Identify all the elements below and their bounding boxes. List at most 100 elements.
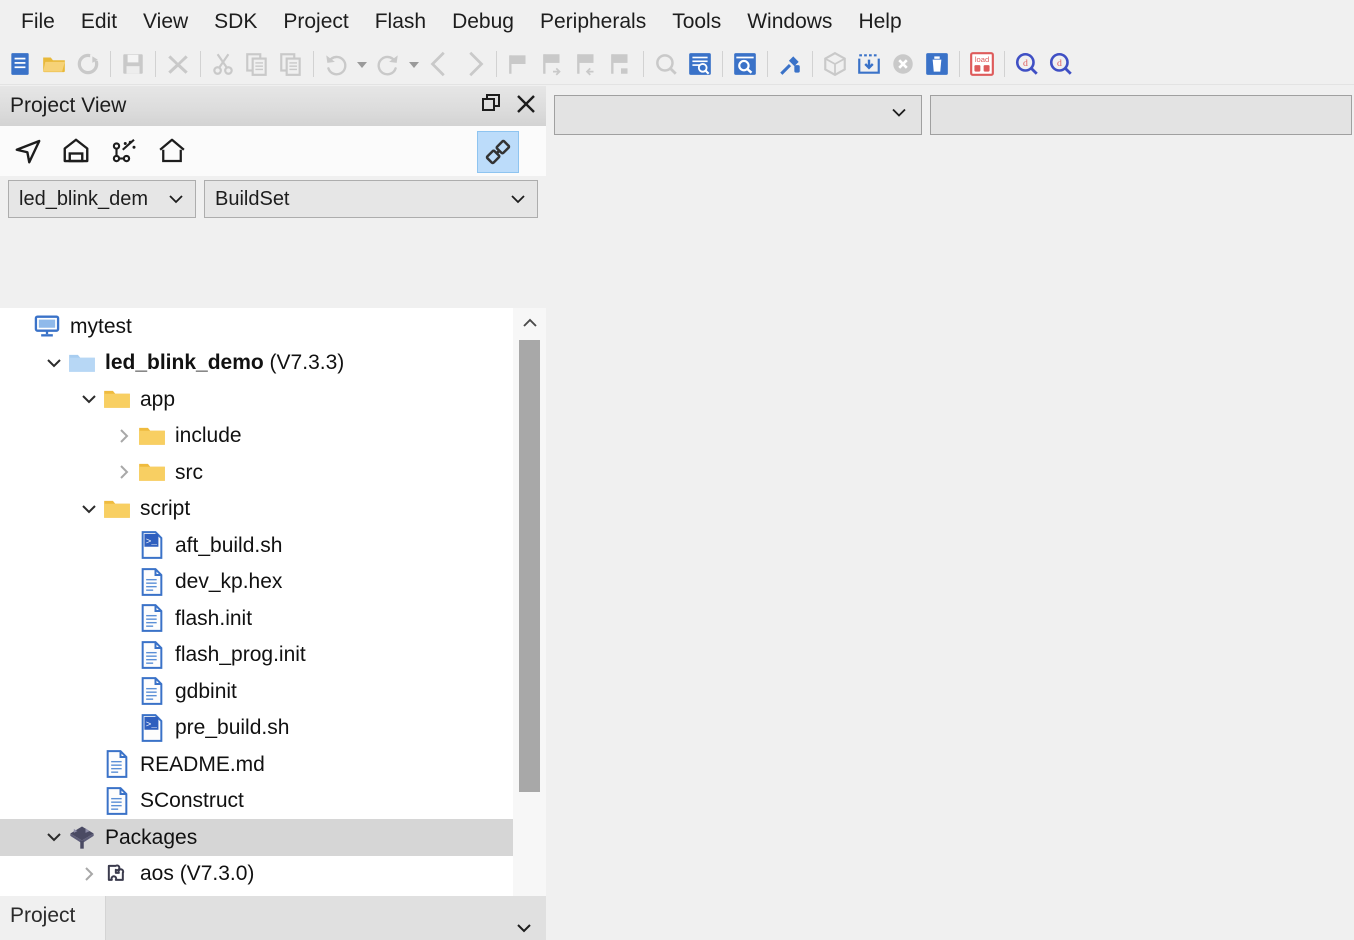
tree-row-label: dev_kp.hex xyxy=(175,570,283,594)
menu-item-debug[interactable]: Debug xyxy=(439,8,527,36)
menu-item-help[interactable]: Help xyxy=(845,8,914,36)
close-icon[interactable] xyxy=(514,92,538,121)
tree-row-app[interactable]: app xyxy=(0,381,513,418)
tree-vertical-scrollbar[interactable] xyxy=(513,308,546,940)
menu-item-tools[interactable]: Tools xyxy=(659,8,734,36)
find-in-files-icon[interactable] xyxy=(683,47,717,81)
chevron-down-icon[interactable] xyxy=(76,491,102,527)
download-to-board-icon[interactable] xyxy=(852,47,886,81)
tree-row-aft-build-sh[interactable]: >_ aft_build.sh xyxy=(0,527,513,564)
tree-row-label: src xyxy=(175,460,203,484)
bookmark-next-icon xyxy=(536,47,570,81)
search-box-icon[interactable] xyxy=(728,47,762,81)
tree-row-dev-kp-hex[interactable]: dev_kp.hex xyxy=(0,564,513,601)
redo-dropdown-caret[interactable] xyxy=(405,47,423,81)
tree-row-include[interactable]: include xyxy=(0,418,513,455)
chevron-down-icon xyxy=(508,189,528,209)
menu-item-sdk[interactable]: SDK xyxy=(201,8,270,36)
project-select[interactable]: led_blink_dem xyxy=(8,180,196,218)
tree-row-label: script xyxy=(140,497,191,521)
file-icon xyxy=(137,676,167,706)
bottom-combo[interactable] xyxy=(105,896,546,940)
new-file-icon[interactable] xyxy=(3,47,37,81)
menu-item-file[interactable]: File xyxy=(8,8,68,36)
menu-bar: File Edit View SDK Project Flash Debug Peripher… xyxy=(0,0,1354,43)
toolbar-separator xyxy=(155,50,156,77)
folder-icon xyxy=(102,494,132,524)
cut-icon xyxy=(206,47,240,81)
tree-row-aos[interactable]: aos (V7.3.0) xyxy=(0,856,513,893)
open-folder-icon[interactable] xyxy=(37,47,71,81)
tree-row-readme-md[interactable]: README.md xyxy=(0,746,513,783)
debug-magnifier-2-icon[interactable]: d xyxy=(1044,47,1078,81)
tree-row-gdbinit[interactable]: gdbinit xyxy=(0,673,513,710)
navigate-back-icon xyxy=(423,47,457,81)
file-icon xyxy=(102,749,132,779)
chevron-right-icon[interactable] xyxy=(111,418,137,454)
editor-combo-2[interactable] xyxy=(930,95,1352,135)
chevron-down-icon[interactable] xyxy=(76,381,102,417)
link-with-editor-icon[interactable] xyxy=(477,131,519,173)
tree-row-packages[interactable]: Packages xyxy=(0,819,513,856)
tree-row-mytest[interactable]: mytest xyxy=(0,308,513,345)
buildset-select[interactable]: BuildSet xyxy=(204,180,538,218)
scroll-up-icon[interactable] xyxy=(513,308,546,338)
scrollbar-thumb[interactable] xyxy=(519,340,540,792)
chevron-right-icon[interactable] xyxy=(76,856,102,892)
menu-item-flash[interactable]: Flash xyxy=(362,8,439,36)
tree-row-flash-prog-init[interactable]: flash_prog.init xyxy=(0,637,513,674)
project-tree[interactable]: mytest led_blink_demo (V7.3.3) app include s… xyxy=(0,308,513,940)
menu-item-edit[interactable]: Edit xyxy=(68,8,130,36)
navigate-cursor-icon[interactable] xyxy=(8,131,48,171)
erase-icon[interactable] xyxy=(920,47,954,81)
menu-item-project[interactable]: Project xyxy=(270,8,361,36)
bookmark-toggle-icon xyxy=(502,47,536,81)
tree-row-sconstruct[interactable]: SConstruct xyxy=(0,783,513,820)
chevron-down-icon[interactable] xyxy=(41,345,67,381)
tree-row-label: app xyxy=(140,387,176,411)
folder-icon xyxy=(137,457,167,487)
dependency-graph-icon[interactable] xyxy=(104,131,144,171)
shell-file-icon: >_ xyxy=(137,530,167,560)
debug-magnifier-icon[interactable]: d xyxy=(1010,47,1044,81)
svg-text:>_: >_ xyxy=(146,536,158,547)
svg-text:d: d xyxy=(1023,58,1028,69)
application-window: File Edit View SDK Project Flash Debug Peripher… xyxy=(0,0,1354,940)
undo-dropdown-caret[interactable] xyxy=(353,47,371,81)
editor-combo-1[interactable] xyxy=(554,95,922,135)
svg-text:load: load xyxy=(975,54,989,63)
tree-row-script[interactable]: script xyxy=(0,491,513,528)
chevron-down-icon xyxy=(514,918,534,940)
toolbar-separator xyxy=(313,50,314,77)
build-hammer-icon[interactable] xyxy=(773,47,807,81)
svg-text:>_: >_ xyxy=(146,719,158,730)
folder-blue-icon xyxy=(67,348,97,378)
menu-item-view[interactable]: View xyxy=(130,8,201,36)
chevron-down-icon[interactable] xyxy=(41,819,67,855)
navigate-forward-icon xyxy=(457,47,491,81)
tree-row-pre-build-sh[interactable]: >_ pre_build.sh xyxy=(0,710,513,747)
redo-icon xyxy=(371,47,405,81)
menu-item-peripherals[interactable]: Peripherals xyxy=(527,8,659,36)
tree-row-src[interactable]: src xyxy=(0,454,513,491)
chevron-down-icon xyxy=(166,189,186,209)
home-icon[interactable] xyxy=(152,131,192,171)
tree-row-label: mytest xyxy=(70,314,132,338)
panel-title-bar: Project View xyxy=(0,86,546,126)
tab-project[interactable]: Project xyxy=(10,904,75,928)
load-icon[interactable]: load xyxy=(965,47,999,81)
project-view-panel: Project View led_blink_dem BuildSet myte… xyxy=(0,86,546,940)
tree-row-flash-init[interactable]: flash.init xyxy=(0,600,513,637)
tree-row-label: pre_build.sh xyxy=(175,716,290,740)
toolbar-separator xyxy=(959,50,960,77)
panel-title-label: Project View xyxy=(10,94,127,117)
home-workspace-icon[interactable] xyxy=(56,131,96,171)
restore-window-icon[interactable] xyxy=(480,92,504,121)
tree-row-label: SConstruct xyxy=(140,789,244,813)
editor-blank-area xyxy=(546,144,1354,940)
chevron-right-icon[interactable] xyxy=(111,454,137,490)
stop-icon xyxy=(886,47,920,81)
toolbar-separator xyxy=(767,50,768,77)
tree-row-led-blink-demo[interactable]: led_blink_demo (V7.3.3) xyxy=(0,345,513,382)
menu-item-windows[interactable]: Windows xyxy=(734,8,845,36)
